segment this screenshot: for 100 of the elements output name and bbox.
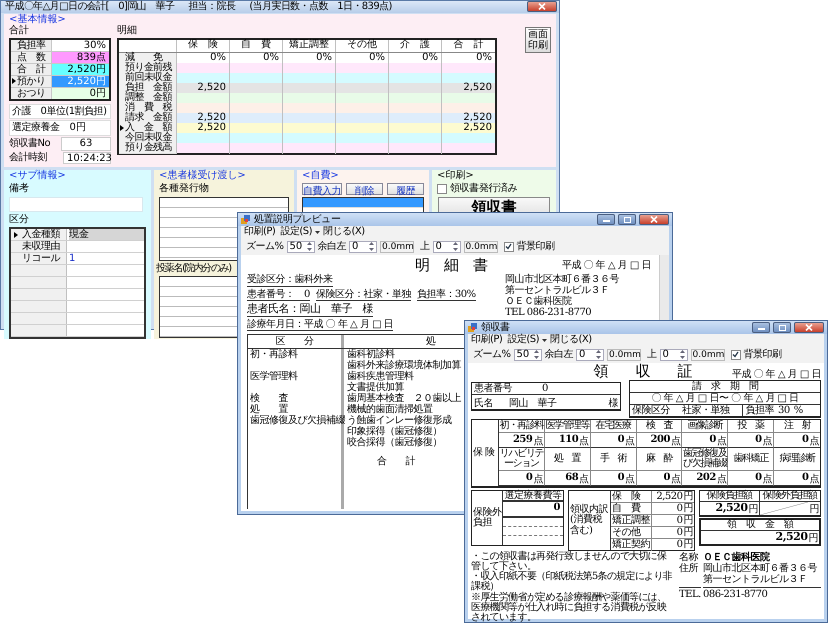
column-header: 保 険 xyxy=(177,40,230,52)
receipt-number-field[interactable]: 63 xyxy=(61,136,111,150)
row-group-label: 保 険 xyxy=(472,420,499,486)
section-heading: <自費> xyxy=(302,170,340,181)
row-header[interactable]: 未収理由 xyxy=(13,241,60,252)
menu-item[interactable]: 閉じる(X) xyxy=(323,226,365,238)
caret-icon[interactable] xyxy=(315,230,320,234)
background-print-checkbox[interactable] xyxy=(730,350,741,360)
unit-label: 点 xyxy=(579,437,589,447)
table-cell: 0% xyxy=(476,52,492,62)
table-cell: 2,520 xyxy=(463,112,492,122)
burden-rate: 30 xyxy=(778,405,790,416)
time-field[interactable]: 10:24:23 xyxy=(63,152,111,164)
close-icon xyxy=(805,324,813,331)
unit-label: 点 xyxy=(533,475,543,485)
unit-label: 点 xyxy=(716,475,726,485)
field-label: 名称 xyxy=(679,552,698,563)
burden-rate: 負担率：30% xyxy=(416,288,476,301)
close-icon xyxy=(650,216,658,223)
margin-left-spinner[interactable]: 0 xyxy=(349,240,378,252)
menu-item[interactable]: 印刷(P) xyxy=(471,334,502,346)
field-label: 保険区分 xyxy=(632,405,670,416)
category-label: 区分 xyxy=(9,214,30,225)
minimize-icon xyxy=(602,217,610,222)
window-title: 担当：院長 xyxy=(188,1,236,12)
points-value: 0 xyxy=(618,434,624,446)
background-print-checkbox[interactable] xyxy=(504,242,514,252)
menu-item[interactable]: 印刷(P) xyxy=(244,226,276,238)
row-label: 今回未収金 xyxy=(125,132,172,142)
column-header: 区 分 xyxy=(248,335,344,348)
row-label: おつり xyxy=(17,88,46,99)
margin-left-mm-field: 0.0mm xyxy=(380,240,414,252)
field-label: 会計時刻 xyxy=(9,152,47,164)
margin-left-spinner[interactable]: 0 xyxy=(576,348,604,360)
close-button[interactable] xyxy=(639,214,669,225)
column-header: 領 収 金 額 xyxy=(701,520,819,531)
self-pay-button[interactable]: 履歴 xyxy=(387,183,424,195)
row-pointer-icon xyxy=(120,124,124,130)
margin-top-spinner[interactable]: 0 xyxy=(432,240,461,252)
patient-number: 0 xyxy=(542,383,548,394)
table-cell[interactable]: 現金 xyxy=(69,229,144,240)
print-screen-button[interactable]: 画面印刷 xyxy=(525,27,551,53)
margin-left-mm-field: 0.0mm xyxy=(607,348,642,360)
list-label: 投薬名(院内分のみ) xyxy=(156,262,232,274)
detail-label: 明細 xyxy=(117,25,138,36)
field-label: TEL. xyxy=(679,587,701,600)
menu-item[interactable]: 閉じる(X) xyxy=(550,334,592,346)
row-label: 調整 金額 xyxy=(125,92,172,102)
minimize-button[interactable] xyxy=(597,214,615,225)
note-input-field[interactable] xyxy=(9,196,143,212)
column-header: 麻 酔 xyxy=(636,448,682,471)
self-pay-button[interactable]: 削除 xyxy=(346,183,383,195)
table-cell[interactable]: 1 xyxy=(69,253,144,264)
zoom-spinner[interactable]: 50 xyxy=(286,240,315,252)
maximize-button[interactable] xyxy=(618,214,636,225)
app-icon xyxy=(468,322,478,332)
list-label: 各種発行物 xyxy=(159,183,210,194)
zoom-spinner[interactable]: 50 xyxy=(514,348,542,360)
category-text: 処 置 xyxy=(250,404,288,416)
row-header[interactable]: リコール xyxy=(13,253,60,264)
points-value: 0 xyxy=(802,434,808,446)
close-button[interactable] xyxy=(794,322,824,333)
field-label: 請 求 期 間 xyxy=(630,381,820,393)
window-title: 平成〇年△月□日の会計[ 0]岡山 華子 xyxy=(5,1,174,12)
row-header[interactable]: 入金種類 xyxy=(13,229,60,240)
issued-checkbox[interactable] xyxy=(437,184,447,194)
field-value: 0円 xyxy=(70,122,86,134)
row-group-label: 保険外負担 xyxy=(472,491,503,545)
margin-left-label: 余白左 xyxy=(544,348,574,360)
row-group-label: 領収内訳 xyxy=(570,504,609,515)
column-header: 注 射 xyxy=(774,420,820,433)
column-header: 保険外負担額 xyxy=(760,491,820,502)
column-header: 初・再診料 xyxy=(499,420,545,433)
menu-item[interactable]: 設定(S) xyxy=(280,226,312,238)
unit-label: 円 xyxy=(810,505,819,515)
points-value: 0 xyxy=(709,434,716,446)
category-text: 初・再診料 xyxy=(250,349,298,360)
unit-label: 点 xyxy=(625,475,635,485)
column-header: 歯科矯正 xyxy=(728,448,774,471)
column-header: 在宅医療 xyxy=(590,420,637,433)
maximize-button[interactable] xyxy=(773,322,791,333)
insurance-type: 保険区分：社家・単独 xyxy=(316,288,411,301)
clinic-address-line: 第一セントラルビル３Ｆ xyxy=(703,574,808,585)
close-button[interactable] xyxy=(527,1,557,12)
fine-print: ※厚生労働省が定める診療報酬や薬価等には、医療機関等が仕入れ時に負担する消費税が反映されています。 xyxy=(471,593,668,623)
points-value: 0 xyxy=(755,472,762,484)
amount-value: 0 xyxy=(676,515,682,526)
treatment-item: 咬合採得（歯冠修復） xyxy=(347,437,442,448)
treatment-item: 歯科外来診療環境体制加算 xyxy=(347,360,461,372)
spin-arrows-icon xyxy=(532,349,540,360)
percent-sign: % xyxy=(794,405,803,416)
amount-value: 0 xyxy=(676,503,682,514)
clinic-address-line: 第一セントラルビル３Ｆ xyxy=(505,285,610,296)
column-header: 画像診断 xyxy=(682,420,728,433)
menu-item[interactable]: 設定(S) xyxy=(507,334,539,346)
minimize-button[interactable] xyxy=(752,322,770,333)
margin-top-spinner[interactable]: 0 xyxy=(660,348,688,360)
unit-label: 円 xyxy=(684,504,693,514)
minimize-icon xyxy=(758,325,764,330)
self-pay-button[interactable]: 自費入力 xyxy=(302,183,342,195)
